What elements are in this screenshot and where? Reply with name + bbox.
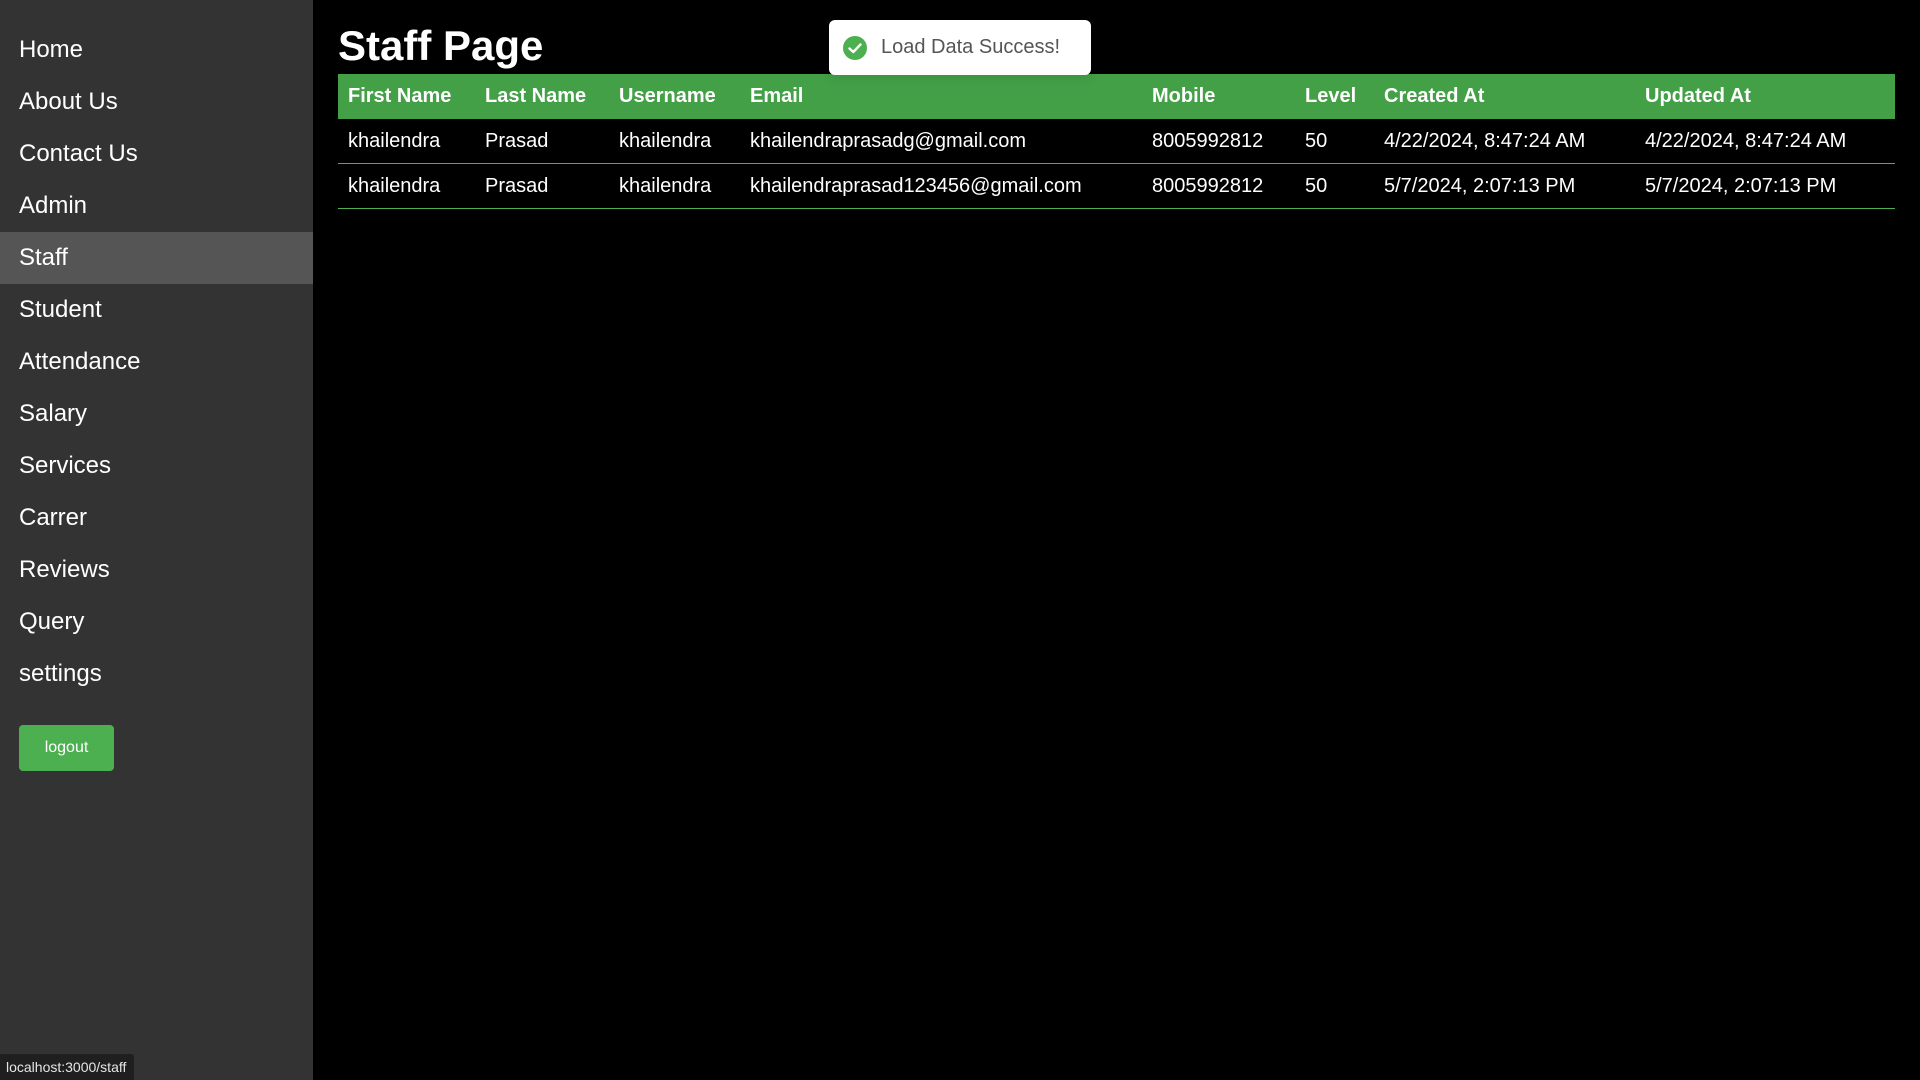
sidebar-item-settings[interactable]: settings (0, 648, 313, 700)
cell-mobile: 8005992812 (1142, 119, 1295, 164)
cell-level: 50 (1295, 163, 1374, 209)
column-header-created-at: Created At (1374, 74, 1635, 119)
sidebar-item-admin[interactable]: Admin (0, 180, 313, 232)
cell-level: 50 (1295, 119, 1374, 164)
column-header-email: Email (740, 74, 1142, 119)
table-row: khailendra Prasad khailendra khailendrap… (338, 163, 1895, 209)
sidebar-item-reviews[interactable]: Reviews (0, 544, 313, 596)
column-header-username: Username (609, 74, 740, 119)
sidebar-item-query[interactable]: Query (0, 596, 313, 648)
cell-created-at: 5/7/2024, 2:07:13 PM (1374, 163, 1635, 209)
cell-first-name: khailendra (338, 163, 475, 209)
sidebar-nav: Home About Us Contact Us Admin Staff Stu… (0, 24, 313, 700)
sidebar: Home About Us Contact Us Admin Staff Stu… (0, 0, 313, 1080)
cell-username: khailendra (609, 119, 740, 164)
cell-mobile: 8005992812 (1142, 163, 1295, 209)
sidebar-item-student[interactable]: Student (0, 284, 313, 336)
cell-last-name: Prasad (475, 163, 609, 209)
cell-first-name: khailendra (338, 119, 475, 164)
staff-table: First Name Last Name Username Email Mobi… (338, 74, 1895, 209)
sidebar-item-contact-us[interactable]: Contact Us (0, 128, 313, 180)
check-circle-icon (843, 35, 867, 60)
sidebar-item-carrer[interactable]: Carrer (0, 492, 313, 544)
success-toast[interactable]: Load Data Success! (829, 20, 1091, 75)
sidebar-item-salary[interactable]: Salary (0, 388, 313, 440)
status-bar-url: localhost:3000/staff (0, 1054, 135, 1080)
column-header-updated-at: Updated At (1635, 74, 1895, 119)
table-row: khailendra Prasad khailendra khailendrap… (338, 119, 1895, 164)
cell-email: khailendraprasad123456@gmail.com (740, 163, 1142, 209)
column-header-first-name: First Name (338, 74, 475, 119)
column-header-last-name: Last Name (475, 74, 609, 119)
page-title: Staff Page (338, 22, 544, 69)
logout-button[interactable]: logout (19, 725, 114, 771)
toast-message: Load Data Success! (881, 36, 1060, 58)
cell-updated-at: 4/22/2024, 8:47:24 AM (1635, 119, 1895, 164)
sidebar-item-staff[interactable]: Staff (0, 232, 313, 284)
sidebar-item-home[interactable]: Home (0, 24, 313, 76)
column-header-level: Level (1295, 74, 1374, 119)
cell-updated-at: 5/7/2024, 2:07:13 PM (1635, 163, 1895, 209)
cell-username: khailendra (609, 163, 740, 209)
cell-created-at: 4/22/2024, 8:47:24 AM (1374, 119, 1635, 164)
cell-email: khailendraprasadg@gmail.com (740, 119, 1142, 164)
column-header-mobile: Mobile (1142, 74, 1295, 119)
sidebar-item-attendance[interactable]: Attendance (0, 336, 313, 388)
table-header-row: First Name Last Name Username Email Mobi… (338, 74, 1895, 119)
cell-last-name: Prasad (475, 119, 609, 164)
sidebar-item-about-us[interactable]: About Us (0, 76, 313, 128)
sidebar-item-services[interactable]: Services (0, 440, 313, 492)
